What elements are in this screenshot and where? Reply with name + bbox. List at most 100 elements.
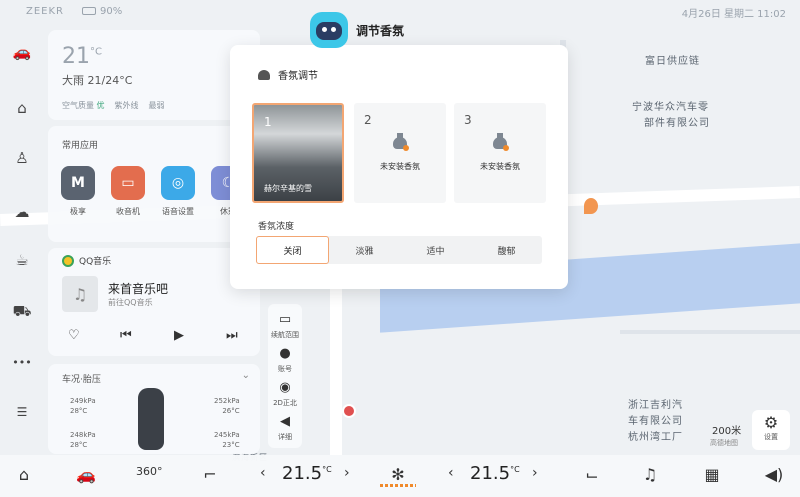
section-title: 香氛调节: [258, 67, 318, 82]
map-settings-button[interactable]: ⚙ 设置: [752, 410, 790, 450]
play-icon[interactable]: ▶: [174, 328, 184, 343]
map-label: 富日供应链: [645, 56, 700, 67]
assistant-robot-icon: [310, 12, 348, 48]
fragrance-slot-3[interactable]: 3 未安装香氛: [454, 103, 546, 203]
driver-icon[interactable]: ♙: [10, 146, 34, 170]
car-icon[interactable]: 🚗: [74, 465, 98, 484]
fan-level-bar: [380, 484, 416, 487]
user-icon: ●: [279, 346, 291, 361]
music-note-icon: ♫: [62, 276, 98, 312]
tyre-rear-right: 245kPa 23°C: [214, 431, 240, 449]
heart-icon[interactable]: ♡: [68, 328, 80, 343]
map-label: 杭州湾工厂: [628, 432, 683, 443]
voice-icon: ◎: [161, 166, 195, 200]
battery-icon: [82, 7, 96, 15]
slot-label: 未安装香氛: [380, 162, 420, 171]
home-icon[interactable]: ⌂: [12, 465, 36, 484]
chevron-down-icon[interactable]: ⌄: [242, 370, 250, 381]
compass-icon: ◉: [279, 380, 291, 395]
flask-icon: [492, 133, 509, 151]
map-scale: 200米: [712, 426, 742, 437]
more-icon[interactable]: •••: [10, 350, 34, 374]
music-card[interactable]: QQ音乐 ♫ 来首音乐吧 前往QQ音乐 ♡ ⏮ ▶ ⏭: [48, 248, 260, 356]
right-temp: 21.5°C: [470, 463, 520, 484]
weather-card[interactable]: 21°C 大雨 21/24°C 空气质量 优 紫外线 最弱: [48, 30, 260, 120]
map-label: 浙江吉利汽: [628, 400, 683, 411]
tyre-front-left: 249kPa 28°C: [70, 397, 96, 415]
concentration-selector: 关闭 淡雅 适中 馥郁: [256, 236, 542, 264]
right-temp-up[interactable]: ›: [532, 465, 538, 481]
level-medium-button[interactable]: 适中: [400, 236, 471, 264]
previous-icon[interactable]: ⏮: [120, 328, 132, 343]
dialog-title: 调节香氛: [356, 23, 405, 38]
clock: 4月26日 星期二 11:02: [681, 9, 786, 20]
battery-percent: 90%: [100, 5, 123, 17]
bottom-bar: ⌂ 🚗 360° ⌐ ‹ 21.5°C › ✻ ‹ 21.5°C › ⌙ ♫ ▦…: [0, 455, 800, 497]
music-icon[interactable]: ♫: [638, 465, 662, 484]
weather-desc: 大雨 21/24°C: [62, 74, 133, 87]
map-road: [330, 280, 342, 480]
car-status-title: 车况·胎压: [62, 375, 101, 385]
tyre-rear-left: 248kPa 28°C: [70, 431, 96, 449]
fragrance-icon[interactable]: ☁: [10, 200, 34, 224]
map-label: 部件有限公司: [644, 118, 710, 129]
slot-label: 赫尔辛基的雪: [264, 184, 312, 193]
left-temp-up[interactable]: ›: [344, 465, 350, 481]
app-voice-settings[interactable]: ◎ 语音设置: [158, 166, 198, 217]
battery-status: 90%: [82, 6, 122, 17]
volume-icon[interactable]: ◀): [762, 465, 786, 484]
flask-icon: [392, 133, 409, 151]
map-provider: 高德地图: [710, 439, 738, 447]
tyre-front-right: 252kPa 26°C: [214, 397, 240, 415]
song-subtitle[interactable]: 前往QQ音乐: [108, 297, 153, 308]
map-label: 车有限公司: [628, 416, 683, 427]
passenger-seat-icon[interactable]: ⌙: [580, 465, 604, 484]
fragrance-icon: [258, 69, 270, 80]
dialog-header: 调节香氛: [310, 12, 404, 48]
song-title: 来首音乐吧: [108, 282, 169, 296]
brand-label: ZEEKR: [26, 5, 64, 17]
app-label: 语音设置: [162, 207, 194, 216]
fragrance-slots: 1 赫尔辛基的雪 2 未安装香氛 3 未安装香氛: [252, 103, 546, 203]
seat-icon[interactable]: ⌂: [10, 96, 34, 120]
speaker-icon: ◀: [280, 414, 290, 429]
qq-music-icon: [62, 254, 74, 267]
left-temp-down[interactable]: ‹: [260, 465, 266, 481]
apps-card: 常用应用 M 极享 ▭ 收音机 ◎ 语音设置 ☾ 休憩: [48, 126, 260, 242]
radio-icon: ▭: [111, 166, 145, 200]
right-temp-down[interactable]: ‹: [448, 465, 454, 481]
cup-icon[interactable]: ☕: [10, 248, 34, 272]
fragrance-slot-2[interactable]: 2 未安装香氛: [354, 103, 446, 203]
fragrance-dialog: 香氛调节 1 赫尔辛基的雪 2 未安装香氛 3 未安装香氛 香氛浓度 关闭 淡雅…: [230, 45, 568, 289]
car-icon[interactable]: 🚗: [10, 40, 34, 64]
seat-icon[interactable]: ⌐: [198, 465, 222, 484]
apps-grid-icon[interactable]: ▦: [700, 465, 724, 484]
account-button[interactable]: ● 账号: [268, 346, 302, 374]
poi-marker-icon[interactable]: [584, 198, 598, 214]
left-nav: 🚗 ⌂ ♙ ☁ ☕ ⛟ ••• ☰: [0, 30, 44, 450]
map-road: [620, 330, 800, 334]
north-up-button[interactable]: ◉ 2D正北: [268, 380, 302, 408]
slot-label: 未安装香氛: [480, 162, 520, 171]
no-entry-icon: [342, 404, 356, 418]
level-off-button[interactable]: 关闭: [256, 236, 329, 264]
range-button[interactable]: ▭ 续航范围: [268, 312, 302, 340]
level-strong-button[interactable]: 馥郁: [471, 236, 542, 264]
level-light-button[interactable]: 淡雅: [329, 236, 400, 264]
truck-icon[interactable]: ⛟: [10, 300, 34, 324]
map-label: 宁波华众汽车零: [632, 102, 709, 113]
left-temp: 21.5°C: [282, 463, 332, 484]
next-icon[interactable]: ⏭: [226, 328, 238, 343]
app-jixiang[interactable]: M 极享: [58, 166, 98, 217]
battery-icon: ▭: [278, 312, 292, 327]
app-radio[interactable]: ▭ 收音机: [108, 166, 148, 217]
fan-icon[interactable]: ✻: [386, 465, 410, 484]
concentration-title: 香氛浓度: [258, 222, 295, 232]
fragrance-slot-1[interactable]: 1 赫尔辛基的雪: [252, 103, 344, 203]
car-status-card[interactable]: 车况·胎压 ⌄ 249kPa 28°C 252kPa 26°C 248kPa 28°C…: [48, 364, 260, 454]
car-top-view: [138, 388, 164, 450]
voice-detail-button[interactable]: ◀ 详细: [268, 414, 302, 442]
app-label: 极享: [70, 207, 86, 216]
camera-360-icon[interactable]: 360°: [136, 465, 163, 478]
menu-icon[interactable]: ☰: [10, 400, 34, 424]
